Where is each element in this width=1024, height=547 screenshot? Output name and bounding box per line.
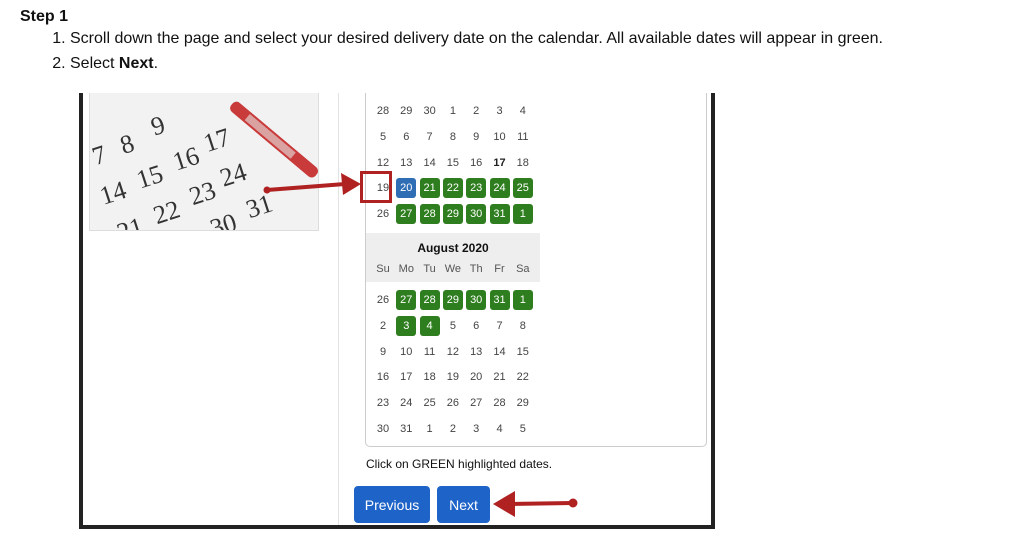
screenshot-frame: 789 14 15 16 17 21 22 23 24 30 31 28 29 30 1 2 3 4 5 6 7…	[79, 93, 715, 529]
instruction-list: Scroll down the page and select your des…	[48, 26, 883, 76]
arrow-to-date	[266, 182, 346, 192]
instruction-2: Select Next.	[70, 51, 883, 76]
arrow-head-icon	[493, 491, 515, 517]
arrow-to-next	[507, 501, 574, 506]
annotation-arrows	[263, 173, 578, 517]
step-heading: Step 1	[20, 8, 69, 25]
instruction-1: Scroll down the page and select your des…	[70, 26, 883, 51]
arrow-head-icon	[341, 173, 361, 195]
